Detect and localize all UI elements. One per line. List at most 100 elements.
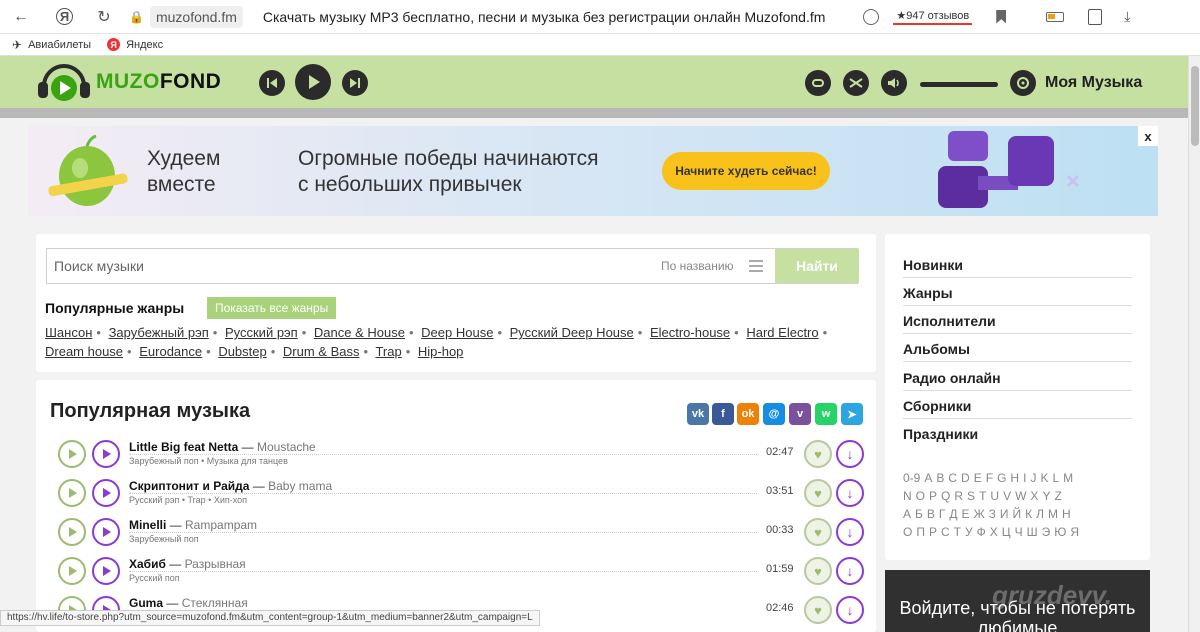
ad-banner[interactable]: Худеем вместе Огромные победы начинаются с… bbox=[28, 126, 1158, 216]
track-tags[interactable]: Русский рэп • Trap • Хип-хоп bbox=[129, 495, 247, 505]
sidebar-item-radio[interactable]: Радио онлайн bbox=[903, 367, 1132, 391]
previous-track-button[interactable] bbox=[259, 70, 285, 96]
track-title[interactable]: Хабиб — Разрывная bbox=[129, 557, 246, 571]
preview-button[interactable] bbox=[58, 557, 86, 585]
downloads-icon[interactable]: ⤓ bbox=[1124, 8, 1130, 25]
letter-link[interactable]: О bbox=[903, 525, 912, 539]
preview-button[interactable] bbox=[58, 479, 86, 507]
back-icon[interactable]: ← bbox=[12, 8, 30, 26]
reviews-badge[interactable]: ★947 отзывов bbox=[893, 8, 973, 25]
letter-link[interactable]: O bbox=[916, 489, 925, 503]
letter-link[interactable]: I bbox=[1023, 471, 1026, 485]
letter-link[interactable]: В bbox=[927, 507, 935, 521]
letter-link[interactable]: Х bbox=[990, 525, 998, 539]
letter-link[interactable]: A bbox=[924, 471, 932, 485]
letter-link[interactable]: Ч bbox=[1015, 525, 1023, 539]
download-button[interactable]: ↓ bbox=[836, 440, 864, 468]
letter-link[interactable]: Z bbox=[1054, 489, 1061, 503]
volume-slider[interactable] bbox=[920, 82, 998, 87]
letter-link[interactable]: E bbox=[974, 471, 982, 485]
letter-link[interactable]: D bbox=[961, 471, 970, 485]
letter-link[interactable]: J bbox=[1030, 471, 1036, 485]
preview-button[interactable] bbox=[58, 440, 86, 468]
genre-link[interactable]: Drum & Bass bbox=[283, 344, 360, 359]
download-button[interactable]: ↓ bbox=[836, 557, 864, 585]
banner-cta-button[interactable]: Начните худеть сейчас! bbox=[662, 152, 830, 190]
genre-link[interactable]: Eurodance bbox=[139, 344, 202, 359]
track-title[interactable]: Guma — Стеклянная bbox=[129, 596, 248, 610]
genre-link[interactable]: Deep House bbox=[421, 325, 493, 340]
track-title[interactable]: Little Big feat Netta — Moustache bbox=[129, 440, 316, 454]
play-track-button[interactable] bbox=[92, 557, 120, 585]
yandex-icon[interactable]: Я bbox=[56, 8, 73, 25]
bookmark-icon[interactable] bbox=[996, 9, 1007, 24]
moimir-icon[interactable]: @ bbox=[763, 403, 785, 425]
download-button[interactable]: ↓ bbox=[836, 518, 864, 546]
whatsapp-icon[interactable]: w bbox=[815, 403, 837, 425]
my-music-icon[interactable] bbox=[1010, 70, 1036, 96]
letter-link[interactable]: Й bbox=[1013, 507, 1022, 521]
letter-link[interactable]: N bbox=[903, 489, 912, 503]
genre-link[interactable]: Шансон bbox=[45, 325, 92, 340]
page-scrollbar[interactable] bbox=[1188, 56, 1200, 632]
track-title[interactable]: Minelli — Rampampam bbox=[129, 518, 257, 532]
play-button[interactable] bbox=[295, 64, 331, 100]
site-logo[interactable]: MUZOFOND bbox=[36, 62, 221, 102]
genre-link[interactable]: Dance & House bbox=[314, 325, 405, 340]
genre-link[interactable]: Русский рэп bbox=[225, 325, 298, 340]
letter-link[interactable]: T bbox=[979, 489, 986, 503]
like-button[interactable]: ♥ bbox=[804, 440, 832, 468]
letter-link[interactable]: W bbox=[1015, 489, 1026, 503]
viber-icon[interactable]: v bbox=[789, 403, 811, 425]
letter-link[interactable]: М bbox=[1048, 507, 1058, 521]
odnoklassniki-icon[interactable]: ok bbox=[737, 403, 759, 425]
letter-link[interactable]: А bbox=[903, 507, 911, 521]
sidebar-item-albums[interactable]: Альбомы bbox=[903, 338, 1132, 362]
play-track-button[interactable] bbox=[92, 479, 120, 507]
letter-link[interactable]: M bbox=[1063, 471, 1073, 485]
letter-link[interactable]: Ф bbox=[977, 525, 986, 539]
letter-link[interactable]: S bbox=[967, 489, 975, 503]
letter-link[interactable]: F bbox=[986, 471, 993, 485]
sidebar-item-artists[interactable]: Исполнители bbox=[903, 310, 1132, 334]
letter-link[interactable]: Q bbox=[941, 489, 950, 503]
reload-icon[interactable]: ↻ bbox=[95, 8, 113, 26]
address-bar[interactable]: 🔒 muzofond.fm bbox=[129, 5, 243, 28]
search-mode-select[interactable]: По названию bbox=[661, 259, 734, 273]
genre-link[interactable]: Electro-house bbox=[650, 325, 730, 340]
collections-icon[interactable] bbox=[1088, 8, 1103, 25]
letter-link[interactable]: 0-9 bbox=[903, 471, 920, 485]
facebook-icon[interactable]: f bbox=[712, 403, 734, 425]
like-button[interactable]: ♥ bbox=[804, 479, 832, 507]
letter-link[interactable]: Б bbox=[915, 507, 923, 521]
letter-link[interactable]: Д bbox=[949, 507, 957, 521]
like-button[interactable]: ♥ bbox=[804, 557, 832, 585]
letter-link[interactable]: З bbox=[989, 507, 996, 521]
letter-link[interactable]: L bbox=[1052, 471, 1059, 485]
camera-icon[interactable] bbox=[863, 8, 880, 25]
sidebar-item-new[interactable]: Новинки bbox=[903, 254, 1132, 278]
letter-link[interactable]: Y bbox=[1042, 489, 1050, 503]
sidebar-item-genres[interactable]: Жанры bbox=[903, 282, 1132, 306]
letter-link[interactable]: Ц bbox=[1002, 525, 1011, 539]
letter-link[interactable]: П bbox=[916, 525, 925, 539]
play-track-button[interactable] bbox=[92, 440, 120, 468]
banner-close-button[interactable]: x bbox=[1138, 126, 1158, 146]
vk-icon[interactable]: vk bbox=[687, 403, 709, 425]
search-input[interactable] bbox=[47, 249, 647, 283]
genre-link[interactable]: Hard Electro bbox=[746, 325, 818, 340]
battery-icon[interactable] bbox=[1046, 11, 1065, 22]
download-button[interactable]: ↓ bbox=[836, 596, 864, 624]
shuffle-button[interactable] bbox=[843, 70, 869, 96]
volume-button[interactable] bbox=[881, 70, 907, 96]
next-track-button[interactable] bbox=[342, 70, 368, 96]
letter-link[interactable]: V bbox=[1003, 489, 1011, 503]
letter-link[interactable]: C bbox=[948, 471, 957, 485]
telegram-icon[interactable]: ➤ bbox=[841, 403, 863, 425]
show-all-genres-button[interactable]: Показать все жанры bbox=[207, 297, 337, 319]
letter-link[interactable]: Э bbox=[1042, 525, 1051, 539]
repeat-button[interactable] bbox=[805, 70, 831, 96]
letter-link[interactable]: Я bbox=[1070, 525, 1079, 539]
letter-link[interactable]: Ж bbox=[974, 507, 985, 521]
letter-link[interactable]: Ш bbox=[1027, 525, 1038, 539]
